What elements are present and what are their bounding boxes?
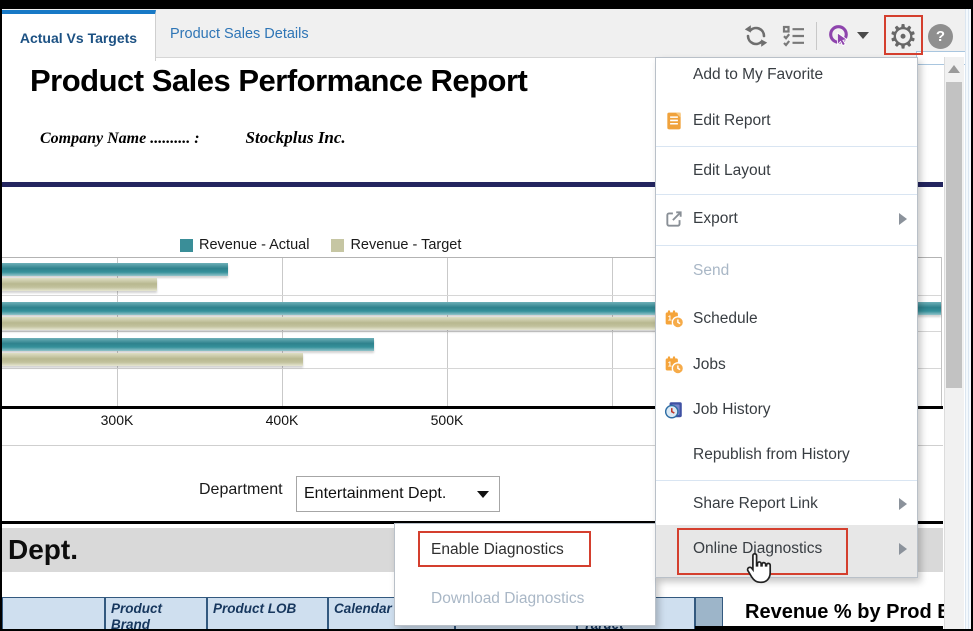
help-icon[interactable]: ?: [928, 24, 953, 49]
guided-nav-icon[interactable]: [826, 23, 853, 50]
x-axis-tick-label: 300K: [100, 412, 134, 428]
app-window: Actual Vs Targets Product Sales Details …: [0, 0, 973, 631]
department-select-value: Entertainment Dept.: [304, 485, 447, 502]
submenu-item-label: Download Diagnostics: [431, 590, 585, 607]
red-annotation-enable-diagnostics: [418, 531, 591, 567]
menu-item-label: Edit Report: [693, 112, 771, 129]
menu-item-label: Edit Layout: [693, 162, 771, 179]
table-header-cell: Product LOB: [207, 597, 328, 631]
menu-item-republish-from-history[interactable]: Republish from History: [656, 432, 917, 478]
refresh-icon[interactable]: [743, 23, 769, 49]
menu-item-label: Export: [693, 210, 738, 227]
svg-text:1: 1: [668, 314, 672, 323]
red-annotation-gear: [884, 15, 923, 55]
select-caret-icon: [477, 490, 489, 498]
menu-item-label: Republish from History: [693, 446, 850, 463]
scrollbar-thumb[interactable]: [946, 82, 962, 388]
help-glyph: ?: [928, 24, 953, 49]
menu-item-edit-layout[interactable]: Edit Layout: [656, 148, 917, 194]
menu-item-job-history[interactable]: Job History: [656, 387, 917, 433]
menu-item-label: Send: [693, 262, 730, 279]
department-select[interactable]: Entertainment Dept.: [296, 476, 500, 512]
tab-product-sales-details[interactable]: Product Sales Details: [158, 10, 350, 57]
submenu-arrow-icon: [899, 543, 907, 555]
menu-item-label: Schedule: [693, 310, 758, 327]
menu-item-label: Job History: [693, 401, 771, 418]
menu-separator: [656, 146, 917, 147]
menu-item-export[interactable]: Export: [656, 196, 917, 242]
table-header-cell: Product Brand: [105, 597, 207, 631]
tab-actual-vs-targets[interactable]: Actual Vs Targets: [2, 10, 156, 61]
plot-right-border: [941, 257, 942, 407]
scrollbar-up-arrow[interactable]: [948, 65, 960, 73]
jobs-icon: 1: [664, 355, 685, 375]
menu-item-send: Send: [656, 248, 917, 294]
submenu-arrow-icon: [899, 498, 907, 510]
dept-section-title: Dept.: [8, 534, 78, 565]
x-axis-tick-label: 500K: [430, 412, 464, 428]
submenu-item-download-diagnostics: Download Diagnostics: [395, 579, 655, 619]
schedule-icon: 1: [664, 309, 685, 329]
bar-revenue-actual: [0, 263, 228, 276]
menu-item-label: Jobs: [693, 356, 726, 373]
menu-item-label: Add to My Favorite: [693, 66, 824, 83]
menu-item-edit-report[interactable]: Edit Report: [656, 98, 917, 144]
table-header-cell: [2, 597, 105, 631]
dropdown-caret-icon[interactable]: [857, 32, 869, 39]
edit-report-icon: [664, 111, 684, 131]
job-history-icon: [664, 400, 684, 420]
toolbar-divider: [816, 22, 817, 50]
menu-separator: [656, 194, 917, 195]
bar-revenue-target: [0, 353, 303, 366]
menu-item-jobs[interactable]: 1 Jobs: [656, 342, 917, 388]
checklist-icon[interactable]: [782, 24, 806, 48]
bar-revenue-target: [0, 278, 157, 291]
frame-left: [0, 0, 2, 631]
submenu-arrow-icon: [899, 213, 907, 225]
x-axis-tick-label: 400K: [265, 412, 299, 428]
gear-menu: Add to My Favorite Edit Report Edit Layout…: [655, 57, 918, 578]
frame-top: [0, 0, 973, 9]
menu-item-schedule[interactable]: 1 Schedule: [656, 296, 917, 342]
department-label: Department: [199, 481, 283, 498]
svg-text:1: 1: [668, 360, 672, 369]
menu-item-add-to-my-favorite[interactable]: Add to My Favorite: [656, 52, 917, 98]
export-icon: [664, 209, 684, 229]
bar-revenue-actual: [0, 338, 374, 351]
menu-item-label: Share Report Link: [693, 495, 818, 512]
hand-cursor: [742, 550, 776, 592]
menu-item-share-report-link[interactable]: Share Report Link: [656, 481, 917, 527]
right-chart-title: Revenue % by Prod Br: [745, 601, 960, 623]
menu-separator: [656, 245, 917, 246]
